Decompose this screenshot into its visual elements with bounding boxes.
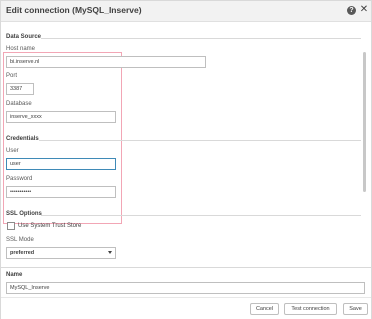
- section-divider: [41, 215, 361, 216]
- dialog-titlebar: Edit connection (MySQL_Inserve) ? ✕: [1, 1, 371, 22]
- test-connection-button[interactable]: Test connection: [284, 303, 337, 315]
- section-divider: [39, 140, 361, 141]
- trust-store-label: Use System Trust Store: [18, 223, 82, 229]
- database-label: Database: [6, 101, 32, 107]
- dialog-footer: Cancel Test connection Save: [1, 297, 371, 319]
- user-label: User: [6, 148, 19, 154]
- database-input[interactable]: inserve_xxxx: [6, 111, 116, 123]
- section-divider: [41, 38, 361, 39]
- save-button[interactable]: Save: [343, 303, 368, 315]
- content-scrollbar[interactable]: [363, 52, 366, 192]
- port-label: Port: [6, 73, 18, 79]
- credentials-section-title: Credentials: [6, 136, 39, 142]
- data-source-section-title: Data Source: [6, 34, 42, 40]
- name-input[interactable]: MySQL_Inserve: [6, 282, 365, 294]
- ssl-mode-select[interactable]: preferred: [6, 247, 116, 259]
- dialog-content: Data Source Host name bi.inserve.nl Port…: [1, 22, 367, 267]
- port-input[interactable]: 3387: [6, 83, 34, 95]
- ssl-mode-label: SSL Mode: [6, 237, 34, 243]
- ssl-options-section-title: SSL Options: [6, 211, 42, 217]
- chevron-down-icon: [108, 251, 112, 254]
- password-input[interactable]: •••••••••••: [6, 186, 116, 198]
- cancel-button[interactable]: Cancel: [250, 303, 279, 315]
- name-label: Name: [6, 272, 23, 278]
- dialog-title: Edit connection (MySQL_Inserve): [6, 5, 142, 15]
- ssl-mode-value: preferred: [10, 250, 35, 256]
- user-input[interactable]: user: [6, 158, 116, 170]
- close-icon[interactable]: ✕: [359, 5, 369, 15]
- password-label: Password: [6, 176, 33, 182]
- edit-connection-dialog: Edit connection (MySQL_Inserve) ? ✕ Data…: [0, 0, 372, 319]
- host-name-input[interactable]: bi.inserve.nl: [6, 56, 206, 68]
- trust-store-checkbox[interactable]: [7, 222, 15, 230]
- help-icon[interactable]: ?: [347, 6, 356, 15]
- name-area: Name MySQL_Inserve: [1, 267, 371, 298]
- host-name-label: Host name: [6, 46, 36, 52]
